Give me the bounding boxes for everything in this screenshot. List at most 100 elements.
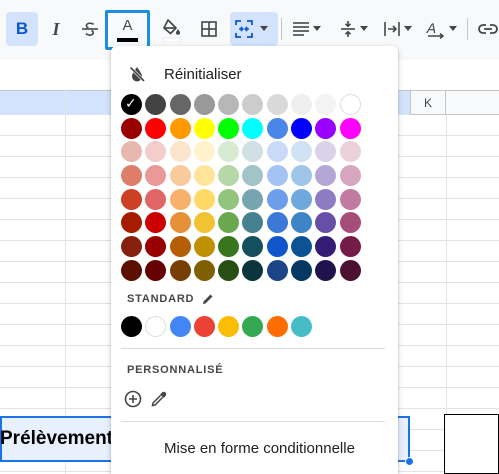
color-swatch[interactable] [121,188,142,210]
color-swatch[interactable] [121,259,142,281]
color-swatch[interactable] [145,94,167,115]
color-swatch[interactable] [339,188,361,210]
color-swatch[interactable] [218,188,240,210]
color-swatch[interactable] [193,141,215,163]
reset-color-option[interactable]: Réinitialiser [125,62,242,86]
color-swatch[interactable] [121,117,142,139]
color-swatch[interactable] [121,212,142,234]
color-swatch[interactable] [121,165,142,187]
color-swatch[interactable] [291,94,313,115]
strikethrough-button[interactable] [74,12,106,46]
color-swatch[interactable] [218,141,240,163]
horizontal-align-button[interactable] [285,12,327,46]
color-swatch[interactable] [339,212,361,234]
bold-button[interactable]: B [6,12,38,46]
standard-color-swatch[interactable] [266,316,288,337]
color-swatch[interactable] [315,117,337,139]
edit-pencil-icon[interactable] [202,293,214,305]
color-swatch[interactable] [218,165,240,187]
color-swatch[interactable] [315,236,337,258]
color-swatch[interactable] [242,188,264,210]
color-swatch[interactable] [145,188,167,210]
color-swatch[interactable] [169,212,191,234]
color-swatch[interactable] [266,188,288,210]
color-swatch[interactable] [169,188,191,210]
color-swatch[interactable] [291,259,313,281]
color-swatch[interactable] [339,141,361,163]
color-swatch[interactable] [169,259,191,281]
color-swatch[interactable] [145,212,167,234]
color-swatch[interactable] [242,117,264,139]
color-swatch[interactable] [291,212,313,234]
standard-color-swatch[interactable] [145,316,167,337]
fill-handle[interactable] [405,457,414,466]
standard-color-swatch[interactable] [169,316,191,337]
color-swatch[interactable] [193,259,215,281]
color-swatch[interactable] [266,117,288,139]
text-rotation-button[interactable]: A [420,12,462,46]
color-swatch[interactable] [266,212,288,234]
color-swatch[interactable] [291,236,313,258]
italic-button[interactable]: I [40,12,72,46]
vertical-align-button[interactable] [332,12,374,46]
color-swatch[interactable] [291,117,313,139]
color-swatch[interactable] [315,94,337,115]
color-swatch[interactable] [266,236,288,258]
color-swatch[interactable] [145,236,167,258]
color-swatch[interactable] [339,165,361,187]
color-swatch[interactable] [193,188,215,210]
color-swatch[interactable] [169,165,191,187]
color-swatch[interactable] [242,94,264,115]
color-swatch[interactable] [266,259,288,281]
color-swatch[interactable] [218,94,240,115]
merge-cells-button[interactable] [230,12,278,46]
color-swatch[interactable] [339,259,361,281]
color-swatch[interactable] [193,117,215,139]
color-swatch[interactable] [242,259,264,281]
color-swatch[interactable] [145,259,167,281]
color-swatch[interactable] [193,165,215,187]
color-swatch[interactable] [339,94,361,115]
color-swatch[interactable] [121,141,142,163]
color-swatch[interactable] [145,117,167,139]
insert-link-button[interactable] [472,12,499,46]
standard-color-swatch[interactable] [291,316,313,337]
color-swatch[interactable] [218,212,240,234]
color-swatch[interactable] [291,188,313,210]
color-swatch[interactable] [266,165,288,187]
standard-color-swatch[interactable] [193,316,215,337]
color-swatch[interactable] [218,259,240,281]
color-swatch[interactable] [315,141,337,163]
text-color-button[interactable]: A [105,10,150,50]
color-swatch[interactable] [193,236,215,258]
color-swatch[interactable] [339,236,361,258]
color-swatch[interactable] [169,117,191,139]
color-swatch[interactable] [315,188,337,210]
color-swatch[interactable] [315,165,337,187]
color-swatch[interactable] [315,212,337,234]
text-wrap-button[interactable] [378,12,416,46]
color-swatch[interactable] [242,141,264,163]
conditional-formatting-option[interactable]: Mise en forme conditionnelle [164,440,355,457]
color-swatch[interactable] [242,212,264,234]
column-header-k[interactable]: K [410,91,446,115]
color-swatch[interactable] [169,141,191,163]
color-swatch[interactable] [169,94,191,115]
color-swatch[interactable] [266,94,288,115]
standard-color-swatch[interactable] [218,316,240,337]
color-swatch[interactable] [121,236,142,258]
color-swatch[interactable]: ✓ [121,94,142,115]
add-custom-color-icon[interactable] [123,389,143,409]
color-swatch[interactable] [169,236,191,258]
color-swatch[interactable] [145,141,167,163]
color-swatch[interactable] [339,117,361,139]
color-swatch[interactable] [242,165,264,187]
color-swatch[interactable] [315,259,337,281]
standard-color-swatch[interactable] [121,316,142,337]
color-swatch[interactable] [193,212,215,234]
color-swatch[interactable] [145,165,167,187]
color-swatch[interactable] [291,141,313,163]
color-swatch[interactable] [218,117,240,139]
standard-color-swatch[interactable] [242,316,264,337]
color-swatch[interactable] [218,236,240,258]
